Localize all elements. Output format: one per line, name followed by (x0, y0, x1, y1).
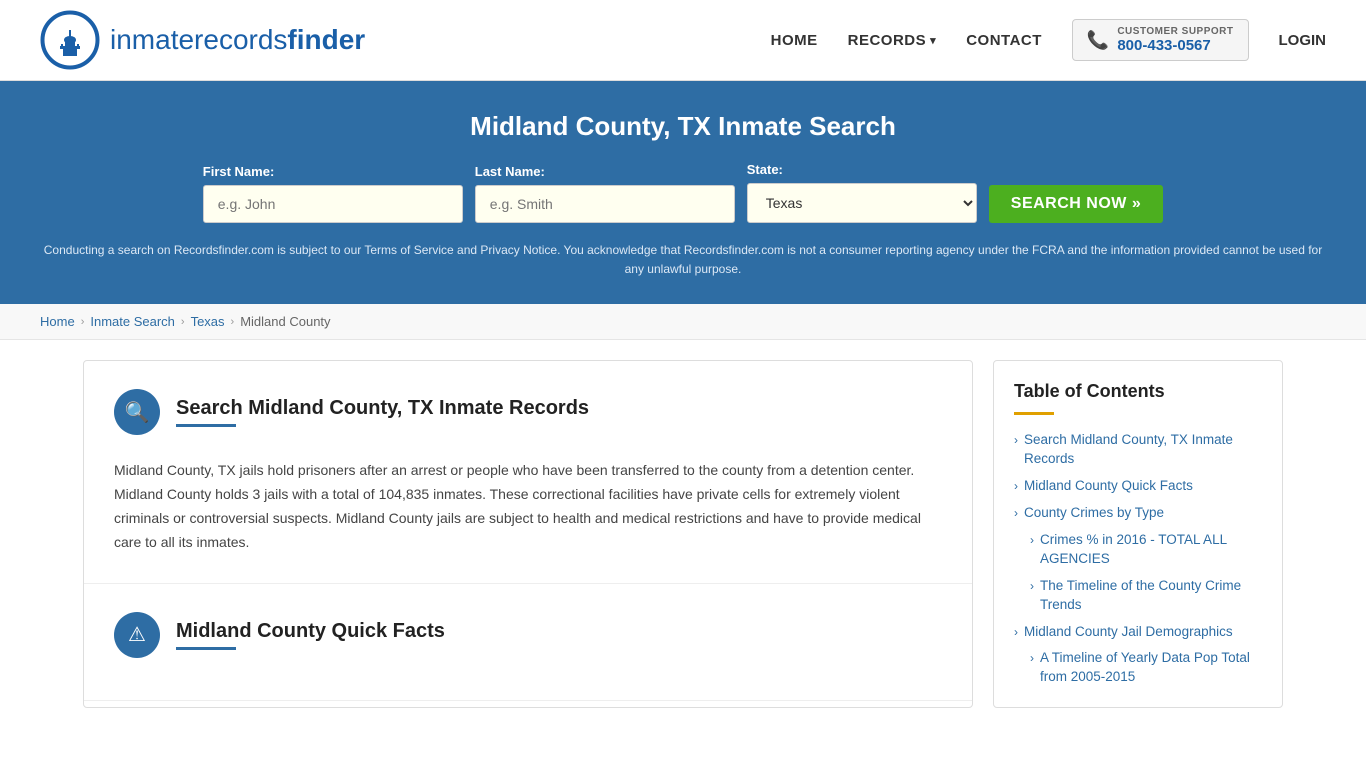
nav-login[interactable]: LOGIN (1279, 32, 1327, 49)
nav-contact[interactable]: CONTACT (966, 32, 1042, 49)
toc-link-7[interactable]: A Timeline of Yearly Data Pop Total from… (1040, 649, 1262, 687)
toc-link-5[interactable]: The Timeline of the County Crime Trends (1040, 577, 1262, 615)
breadcrumb-texas[interactable]: Texas (191, 314, 225, 329)
toc-link-6[interactable]: Midland County Jail Demographics (1024, 623, 1233, 642)
state-label: State: (747, 162, 783, 177)
toc-list: › Search Midland County, TX Inmate Recor… (1014, 431, 1262, 687)
section-underline (176, 424, 236, 427)
chevron-icon-7: › (1030, 651, 1034, 665)
section-underline-2 (176, 647, 236, 650)
logo-wordmark: inmaterecordsfinder (110, 24, 365, 56)
breadcrumb: Home › Inmate Search › Texas › Midland C… (0, 304, 1366, 340)
support-phone: 800-433-0567 (1117, 37, 1233, 54)
toc-item-6: › Midland County Jail Demographics (1014, 623, 1262, 642)
warning-icon: ⚠ (114, 612, 160, 658)
left-column: 🔍 Search Midland County, TX Inmate Recor… (83, 360, 973, 708)
toc-item-4: › Crimes % in 2016 - TOTAL ALL AGENCIES (1014, 531, 1262, 569)
section-title-wrapper-2: Midland County Quick Facts (176, 620, 445, 650)
section-title-quickfacts: Midland County Quick Facts (176, 620, 445, 643)
chevron-icon-3: › (1014, 506, 1018, 520)
last-name-label: Last Name: (475, 164, 545, 179)
main-nav: HOME RECORDS ▾ CONTACT 📞 CUSTOMER SUPPOR… (771, 19, 1326, 61)
toc-box: Table of Contents › Search Midland Count… (993, 360, 1283, 708)
site-header: inmaterecordsfinder HOME RECORDS ▾ CONTA… (0, 0, 1366, 81)
customer-support-box[interactable]: 📞 CUSTOMER SUPPORT 800-433-0567 (1072, 19, 1249, 61)
last-name-group: Last Name: (475, 164, 735, 223)
main-content: 🔍 Search Midland County, TX Inmate Recor… (43, 360, 1323, 708)
toc-link-1[interactable]: Search Midland County, TX Inmate Records (1024, 431, 1262, 469)
last-name-input[interactable] (475, 185, 735, 223)
search-button[interactable]: SEARCH NOW » (989, 185, 1163, 223)
search-icon: 🔍 (114, 389, 160, 435)
state-group: State: Texas (747, 162, 977, 223)
hero-title: Midland County, TX Inmate Search (40, 111, 1326, 142)
hero-section: Midland County, TX Inmate Search First N… (0, 81, 1366, 304)
logo[interactable]: inmaterecordsfinder (40, 10, 365, 70)
section-title-wrapper: Search Midland County, TX Inmate Records (176, 397, 589, 427)
right-column: Table of Contents › Search Midland Count… (993, 360, 1283, 708)
chevron-icon-4: › (1030, 533, 1034, 547)
first-name-label: First Name: (203, 164, 275, 179)
phone-icon: 📞 (1087, 30, 1109, 51)
disclaimer-text: Conducting a search on Recordsfinder.com… (40, 241, 1326, 279)
toc-item-2: › Midland County Quick Facts (1014, 477, 1262, 496)
logo-text-bold: finder (287, 24, 365, 55)
logo-text-light: inmaterecords (110, 24, 287, 55)
breadcrumb-inmate-search[interactable]: Inmate Search (90, 314, 175, 329)
breadcrumb-sep-2: › (181, 316, 185, 328)
toc-underline (1014, 412, 1054, 415)
chevron-icon-1: › (1014, 433, 1018, 447)
toc-title: Table of Contents (1014, 381, 1262, 402)
breadcrumb-sep-3: › (231, 316, 235, 328)
toc-item-5: › The Timeline of the County Crime Trend… (1014, 577, 1262, 615)
toc-link-4[interactable]: Crimes % in 2016 - TOTAL ALL AGENCIES (1040, 531, 1262, 569)
toc-item-3: › County Crimes by Type (1014, 504, 1262, 523)
search-form: First Name: Last Name: State: Texas SEAR… (40, 162, 1326, 223)
chevron-down-icon: ▾ (930, 34, 936, 47)
quick-facts-section: ⚠ Midland County Quick Facts (84, 584, 972, 701)
section-header-inmate: 🔍 Search Midland County, TX Inmate Recor… (114, 389, 942, 435)
section-title-inmate: Search Midland County, TX Inmate Records (176, 397, 589, 420)
toc-item-1: › Search Midland County, TX Inmate Recor… (1014, 431, 1262, 469)
nav-home[interactable]: HOME (771, 32, 818, 49)
support-label: CUSTOMER SUPPORT (1117, 26, 1233, 37)
toc-link-3[interactable]: County Crimes by Type (1024, 504, 1164, 523)
first-name-group: First Name: (203, 164, 463, 223)
first-name-input[interactable] (203, 185, 463, 223)
logo-icon (40, 10, 100, 70)
section-header-quickfacts: ⚠ Midland County Quick Facts (114, 612, 942, 658)
toc-link-2[interactable]: Midland County Quick Facts (1024, 477, 1193, 496)
chevron-icon-6: › (1014, 625, 1018, 639)
breadcrumb-midland-county: Midland County (240, 314, 330, 329)
inmate-records-section: 🔍 Search Midland County, TX Inmate Recor… (84, 361, 972, 583)
chevron-icon-5: › (1030, 579, 1034, 593)
state-select[interactable]: Texas (747, 183, 977, 223)
support-info: CUSTOMER SUPPORT 800-433-0567 (1117, 26, 1233, 54)
inmate-records-body: Midland County, TX jails hold prisoners … (114, 449, 942, 554)
breadcrumb-sep-1: › (81, 316, 85, 328)
breadcrumb-home[interactable]: Home (40, 314, 75, 329)
chevron-icon-2: › (1014, 479, 1018, 493)
toc-item-7: › A Timeline of Yearly Data Pop Total fr… (1014, 649, 1262, 687)
nav-records[interactable]: RECORDS ▾ (848, 32, 937, 49)
